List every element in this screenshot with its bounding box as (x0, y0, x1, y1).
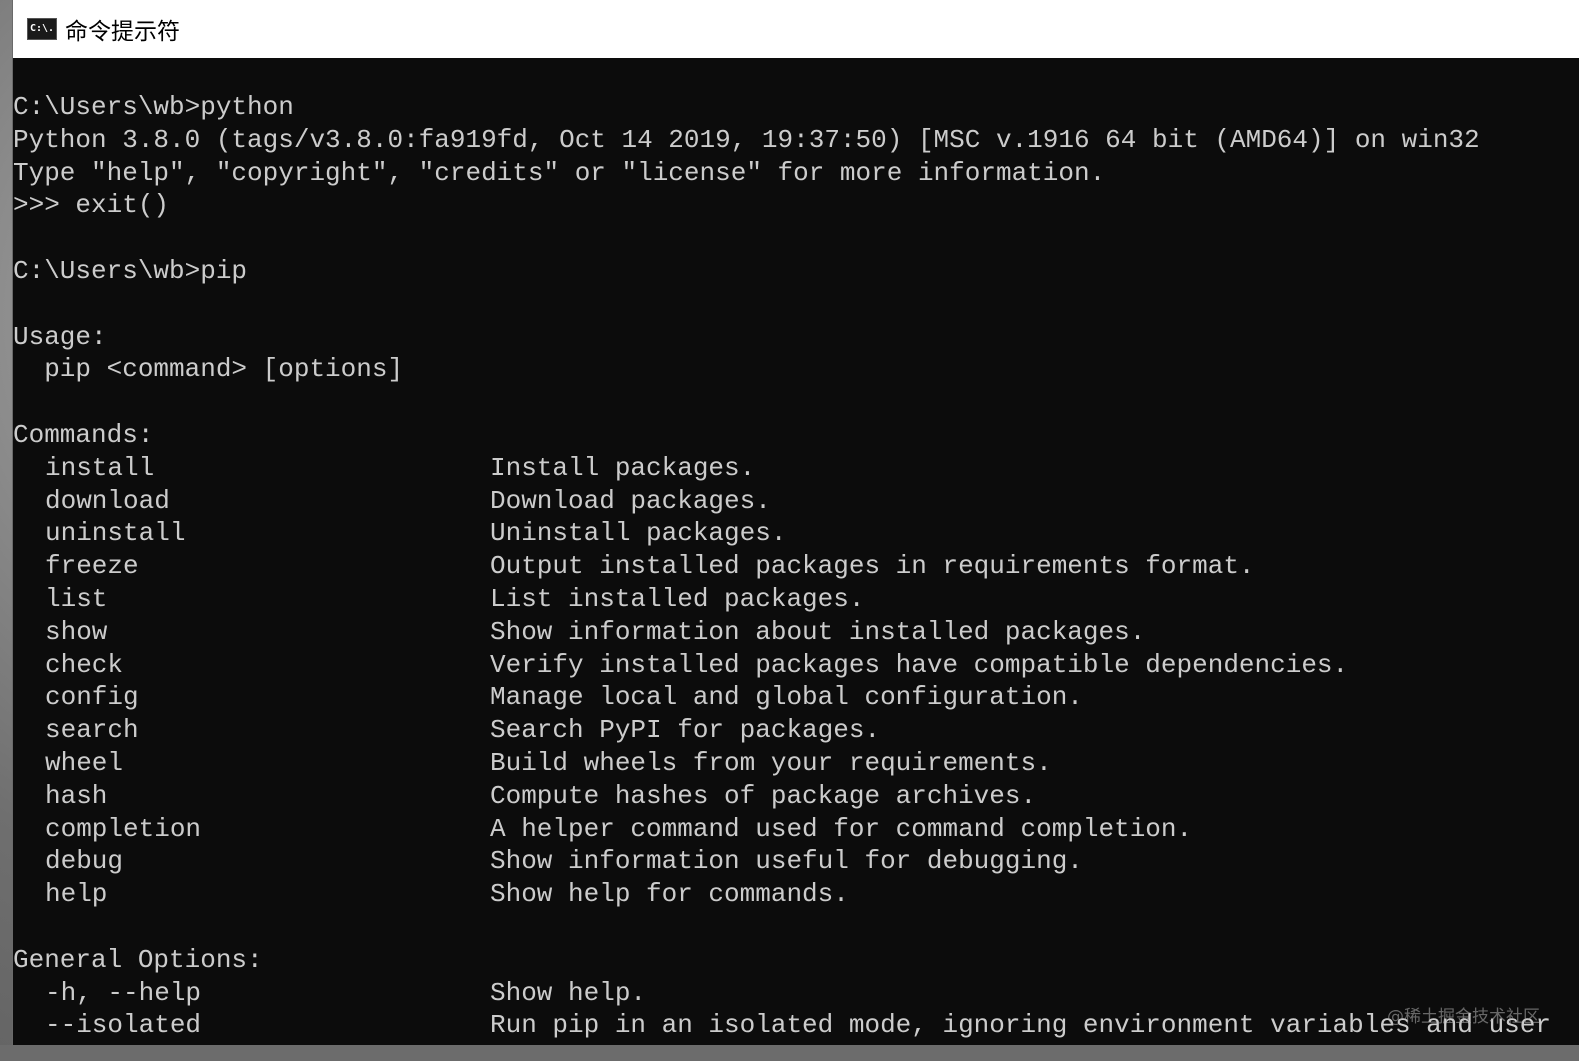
command-description: Compute hashes of package archives. (490, 780, 1037, 811)
command-name: show (45, 616, 108, 647)
command-row: download Download packages. (13, 485, 1579, 518)
command-description: Manage local and global configuration. (490, 682, 1083, 713)
command-row: hash Compute hashes of package archives. (13, 780, 1579, 813)
command-row: completion A helper command used for com… (13, 813, 1579, 846)
console-line-python-version: Python 3.8.0 (tags/v3.8.0:fa919fd, Oct 1… (13, 124, 1480, 155)
command-description: A helper command used for command comple… (490, 813, 1193, 844)
command-row: help Show help for commands. (13, 878, 1579, 911)
command-description: Show help for commands. (490, 879, 849, 910)
command-name: config (45, 682, 139, 713)
command-row: debug Show information useful for debugg… (13, 845, 1579, 878)
command-row: list List installed packages. (13, 583, 1579, 616)
command-description: Install packages. (490, 452, 756, 483)
console-line-python-help: Type "help", "copyright", "credits" or "… (13, 157, 1106, 188)
command-description: List installed packages. (490, 583, 865, 614)
command-name: completion (45, 813, 202, 844)
command-description: Search PyPI for packages. (490, 715, 881, 746)
command-name: freeze (45, 551, 139, 582)
command-description: Uninstall packages. (490, 518, 787, 549)
option-row: --isolated Run pip in an isolated mode, … (13, 1009, 1579, 1042)
console-line-commands-header: Commands: (13, 419, 154, 450)
command-description: Show information about installed package… (490, 616, 1146, 647)
command-name: install (45, 452, 155, 483)
command-description: Download packages. (490, 485, 771, 516)
option-name: -h, --help (45, 977, 202, 1008)
command-name: check (45, 649, 124, 680)
command-description: Verify installed packages have compatibl… (490, 649, 1349, 680)
option-name: --isolated (45, 1010, 202, 1041)
option-description: Show help. (490, 977, 647, 1008)
command-row: config Manage local and global configura… (13, 681, 1579, 714)
console-output[interactable]: C:\Users\wb>python Python 3.8.0 (tags/v3… (13, 58, 1579, 1045)
command-name: debug (45, 846, 124, 877)
console-line-usage: pip <command> [options] (13, 354, 404, 385)
command-description: Build wheels from your requirements. (490, 747, 1052, 778)
command-row: wheel Build wheels from your requirement… (13, 747, 1579, 780)
console-line-usage-header: Usage: (13, 321, 107, 352)
option-row: -h, --help Show help. (13, 977, 1579, 1010)
command-name: list (45, 583, 108, 614)
console-line-prompt-python: C:\Users\wb>python (13, 92, 294, 122)
console-line-prompt-pip: C:\Users\wb>pip (13, 255, 248, 286)
desktop-bottom-strip (0, 1045, 1579, 1061)
command-prompt-window[interactable]: C:\. 命令提示符 C:\Users\wb>python Python 3.8… (12, 0, 1579, 1045)
command-name: hash (45, 780, 108, 811)
command-name: download (45, 485, 170, 516)
cmd-icon: C:\. (27, 18, 57, 40)
window-title: 命令提示符 (65, 19, 180, 45)
command-row: freeze Output installed packages in requ… (13, 550, 1579, 583)
command-row: install Install packages. (13, 452, 1579, 485)
console-line-exit: >>> exit() (13, 190, 170, 221)
title-bar[interactable]: C:\. 命令提示符 (13, 0, 1579, 58)
command-name: wheel (45, 747, 124, 778)
command-description: Show information useful for debugging. (490, 846, 1083, 877)
command-name: search (45, 715, 139, 746)
command-row: check Verify installed packages have com… (13, 649, 1579, 682)
command-description: Output installed packages in requirement… (490, 551, 1255, 582)
command-row: show Show information about installed pa… (13, 616, 1579, 649)
watermark: @稀土掘金技术社区 (1387, 1007, 1540, 1027)
command-row: search Search PyPI for packages. (13, 714, 1579, 747)
command-name: help (45, 879, 108, 910)
general-options-header: General Options: (13, 944, 263, 975)
command-name: uninstall (45, 518, 186, 549)
command-row: uninstall Uninstall packages. (13, 517, 1579, 550)
